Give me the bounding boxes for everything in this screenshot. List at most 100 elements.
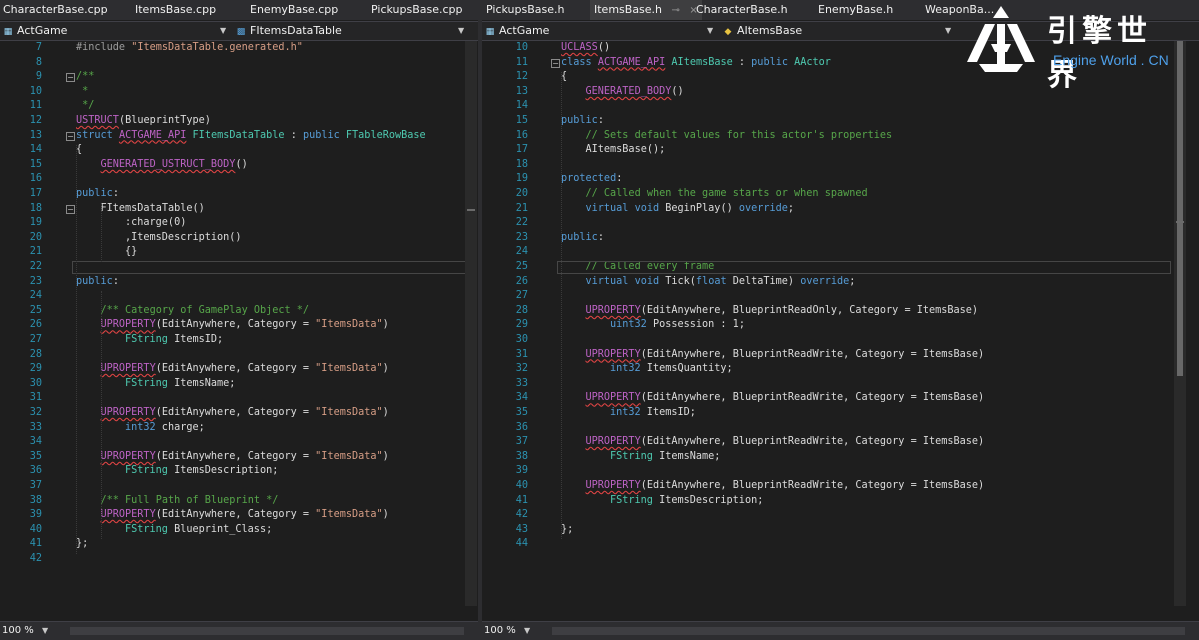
line-number: 39 bbox=[29, 509, 42, 521]
code-token: (EditAnywhere, BlueprintReadWrite, Categ… bbox=[640, 392, 985, 404]
line-number: 13 bbox=[29, 129, 42, 141]
code-token: (EditAnywhere, Category = bbox=[155, 363, 316, 375]
code-token: UPROPERTY bbox=[585, 304, 641, 316]
code-token: UPROPERTY bbox=[100, 319, 156, 331]
line-number: 40 bbox=[29, 523, 42, 535]
code-token: FString bbox=[610, 450, 653, 462]
tab-enemybase-h[interactable]: EnemyBase.h bbox=[818, 0, 893, 20]
engine-world-emblem-icon bbox=[967, 6, 1035, 72]
code-token: int32 bbox=[610, 407, 641, 418]
collapse-icon[interactable]: − bbox=[66, 204, 75, 214]
line-number: 33 bbox=[515, 377, 528, 389]
tab-itemsbase-cpp[interactable]: ItemsBase.cpp bbox=[135, 0, 216, 20]
code-text: * bbox=[76, 85, 88, 100]
code-token: FString bbox=[125, 523, 168, 535]
collapse-icon[interactable]: − bbox=[66, 73, 75, 83]
code-text: }; bbox=[561, 523, 573, 538]
chevron-down-icon[interactable]: ▼ bbox=[945, 22, 951, 40]
code-token: override bbox=[800, 275, 850, 287]
code-token: FString bbox=[125, 377, 168, 389]
code-token: public bbox=[302, 129, 346, 141]
right-zoom-level[interactable]: 100 % bbox=[484, 622, 516, 640]
code-token: int32 bbox=[125, 421, 156, 433]
left-project-dropdown[interactable]: ▦ ActGame bbox=[2, 22, 217, 40]
right-horizontal-scrollbar[interactable] bbox=[552, 627, 1185, 635]
code-token: // Called when the game starts or when s… bbox=[585, 188, 868, 199]
code-token: FString bbox=[610, 494, 653, 506]
left-vertical-scrollbar[interactable] bbox=[465, 41, 477, 606]
indent-guide bbox=[561, 72, 562, 540]
code-token: float bbox=[695, 275, 727, 287]
scroll-marker bbox=[1176, 221, 1184, 223]
struct-icon: ▩ bbox=[236, 27, 246, 37]
line-number: 24 bbox=[29, 290, 42, 302]
code-text: GENERATED_BODY() bbox=[586, 85, 684, 100]
code-token: "ItemsDataTable.generated.h" bbox=[131, 42, 303, 53]
code-token: () bbox=[671, 85, 684, 97]
left-scope-dropdown[interactable]: ▩ FItemsDataTable bbox=[235, 22, 455, 40]
line-number: 29 bbox=[29, 363, 42, 375]
code-token: (EditAnywhere, BlueprintReadWrite, Categ… bbox=[640, 436, 985, 448]
line-number: 41 bbox=[515, 494, 528, 506]
line-number: 41 bbox=[29, 538, 42, 550]
code-token: ) bbox=[382, 509, 389, 521]
chevron-down-icon[interactable]: ▼ bbox=[707, 22, 713, 40]
code-token: AActor bbox=[794, 56, 831, 68]
code-token: public bbox=[76, 188, 113, 199]
code-token: FItemsDataTable() bbox=[100, 202, 205, 214]
code-text: */ bbox=[76, 99, 94, 114]
tab-characterbase-cpp[interactable]: CharacterBase.cpp bbox=[3, 0, 108, 20]
code-token: UPROPERTY bbox=[585, 348, 641, 360]
right-project-dropdown[interactable]: ▦ ActGame bbox=[484, 22, 704, 40]
code-text: UPROPERTY(EditAnywhere, Category = "Item… bbox=[101, 450, 389, 465]
code-token: "ItemsData" bbox=[315, 509, 383, 521]
code-token: ItemsID; bbox=[167, 334, 224, 345]
line-number: 29 bbox=[515, 319, 528, 331]
collapse-icon[interactable]: − bbox=[551, 58, 560, 68]
right-editor: PickupsBase.h ItemsBase.h ⊸ × CharacterB… bbox=[482, 0, 1199, 640]
code-token: (EditAnywhere, Category = bbox=[155, 407, 316, 418]
code-text: UPROPERTY(EditAnywhere, Category = "Item… bbox=[101, 362, 389, 377]
code-token: : bbox=[597, 231, 604, 243]
left-zoom-level[interactable]: 100 % bbox=[2, 622, 34, 640]
chevron-down-icon[interactable]: ▼ bbox=[220, 22, 226, 40]
code-token: (EditAnywhere, Category = bbox=[155, 319, 316, 331]
code-text: UCLASS() bbox=[561, 41, 610, 56]
scroll-marker bbox=[467, 209, 475, 211]
line-number: 30 bbox=[515, 334, 528, 345]
code-token: /** Full Path of Blueprint */ bbox=[100, 494, 279, 506]
code-text: public: bbox=[76, 275, 119, 290]
right-scope-dropdown[interactable]: ◆ AItemsBase bbox=[722, 22, 942, 40]
code-text: FString ItemsDescription; bbox=[125, 464, 278, 479]
tab-itemsbase-h[interactable]: ItemsBase.h ⊸ × bbox=[590, 0, 702, 20]
pin-icon[interactable]: ⊸ bbox=[672, 5, 680, 16]
code-token: : bbox=[597, 115, 604, 126]
chevron-down-icon[interactable]: ▼ bbox=[42, 622, 48, 640]
code-token: {} bbox=[125, 246, 138, 258]
left-horizontal-scrollbar[interactable] bbox=[70, 627, 464, 635]
code-text: // Called when the game starts or when s… bbox=[586, 187, 868, 202]
tab-pickupsbase-cpp[interactable]: PickupsBase.cpp bbox=[371, 0, 463, 20]
chevron-down-icon[interactable]: ▼ bbox=[458, 22, 464, 40]
tab-enemybase-cpp[interactable]: EnemyBase.cpp bbox=[250, 0, 338, 20]
chevron-down-icon[interactable]: ▼ bbox=[524, 622, 530, 640]
code-text: UPROPERTY(EditAnywhere, BlueprintReadWri… bbox=[586, 348, 985, 363]
code-token: BeginPlay() bbox=[659, 202, 739, 214]
right-vertical-scrollbar[interactable] bbox=[1174, 41, 1186, 606]
code-token: FTableRowBase bbox=[345, 129, 426, 141]
indent-guide bbox=[101, 291, 102, 540]
code-token: UPROPERTY bbox=[100, 450, 156, 462]
code-token: ; bbox=[787, 202, 795, 214]
collapse-icon[interactable]: − bbox=[66, 131, 75, 141]
line-number: 23 bbox=[515, 231, 528, 243]
line-number: 39 bbox=[515, 465, 528, 477]
code-token: * bbox=[76, 85, 89, 97]
tab-characterbase-h[interactable]: CharacterBase.h bbox=[696, 0, 788, 20]
line-number: 32 bbox=[29, 407, 42, 418]
line-number: 9 bbox=[35, 71, 42, 83]
code-token: ACTGAME_API bbox=[597, 56, 666, 68]
line-number: 27 bbox=[29, 334, 42, 345]
tab-pickupsbase-h[interactable]: PickupsBase.h bbox=[486, 0, 564, 20]
line-number: 37 bbox=[515, 436, 528, 448]
left-project-label: ActGame bbox=[17, 24, 68, 37]
